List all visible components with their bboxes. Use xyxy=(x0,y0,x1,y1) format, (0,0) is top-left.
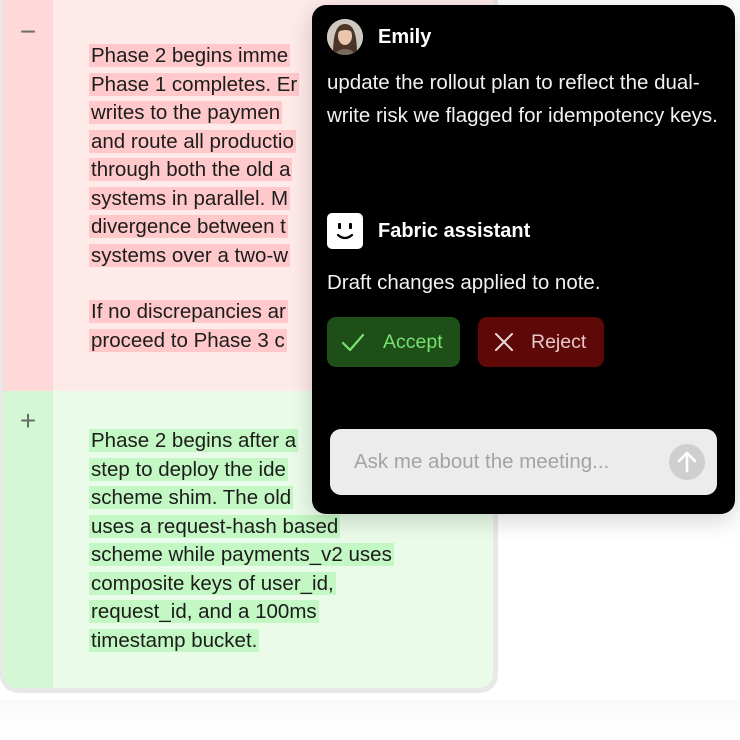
diff-line: and route all productio xyxy=(89,129,296,153)
diff-line: Phase 2 begins after a xyxy=(89,429,299,452)
diff-line: systems over a two-w xyxy=(89,243,291,267)
diff-line: If no discrepancies ar xyxy=(89,300,288,323)
removed-gutter: − xyxy=(3,0,53,391)
diff-line: Phase 2 begins imme xyxy=(89,44,291,67)
assistant-message-header: Fabric assistant xyxy=(327,213,530,249)
diff-line: composite keys of user_id, xyxy=(89,571,336,595)
chat-input-box xyxy=(330,429,717,495)
user-message-header: Emily xyxy=(327,19,431,55)
diff-line: uses a request-hash based xyxy=(89,514,341,538)
diff-line: divergence between t xyxy=(89,215,288,238)
diff-line: scheme shim. The old xyxy=(89,486,294,509)
diff-line: writes to the paymen xyxy=(89,101,283,124)
diff-line: request_id, and a 100ms xyxy=(89,600,319,623)
accept-button[interactable]: Accept xyxy=(327,317,460,367)
reject-button[interactable]: Reject xyxy=(478,317,604,367)
diff-line: systems in parallel. M xyxy=(89,186,291,210)
diff-line: timestamp bucket. xyxy=(89,628,260,652)
user-sender-name: Emily xyxy=(378,25,432,48)
arrow-up-icon xyxy=(677,451,697,473)
assistant-chat-panel: Emily update the rollout plan to reflect… xyxy=(312,5,735,514)
diff-line: through both the old a xyxy=(89,158,293,181)
accept-label: Accept xyxy=(383,330,443,353)
bottom-fade xyxy=(0,700,740,740)
added-gutter: + xyxy=(3,391,53,688)
checkmark-icon xyxy=(341,333,365,352)
diff-line: scheme while payments_v2 uses xyxy=(89,543,394,566)
user-message-text: update the rollout plan to reflect the d… xyxy=(327,71,718,127)
reject-label: Reject xyxy=(531,330,587,353)
chat-input[interactable] xyxy=(354,429,654,495)
minus-icon: − xyxy=(19,16,37,47)
assistant-message-text: Draft changes applied to note. xyxy=(327,271,601,294)
diff-line: Phase 1 completes. Er xyxy=(89,72,300,96)
plus-icon: + xyxy=(19,405,37,436)
smiley-face-icon xyxy=(327,213,363,249)
diff-line: step to deploy the ide xyxy=(89,457,288,481)
send-button[interactable] xyxy=(669,444,705,480)
diff-line: proceed to Phase 3 c xyxy=(89,328,287,352)
avatar-image xyxy=(327,19,363,55)
assistant-sender-name: Fabric assistant xyxy=(378,219,531,242)
user-avatar xyxy=(327,19,363,55)
x-icon xyxy=(495,333,513,351)
